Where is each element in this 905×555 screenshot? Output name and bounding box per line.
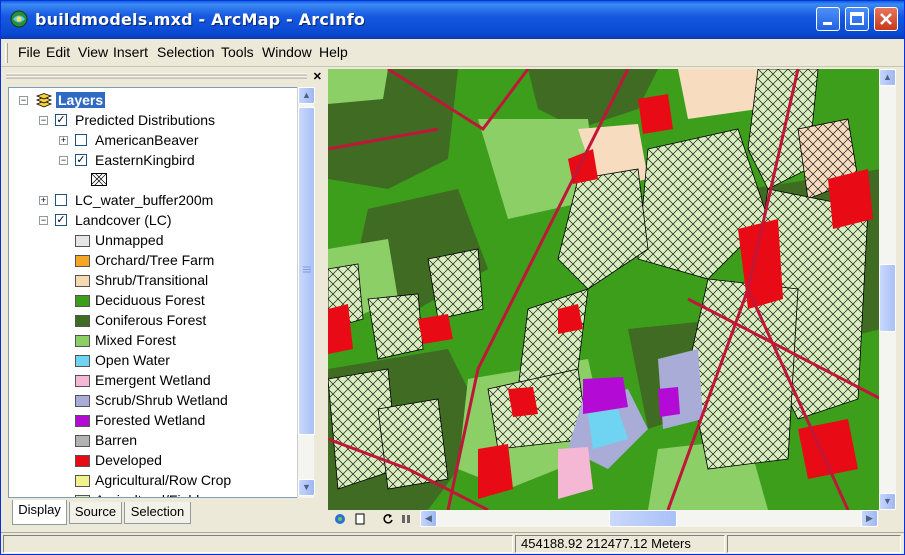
legend-label: Agricultural/Row Crop	[95, 472, 232, 488]
menu-tools[interactable]: Tools	[221, 44, 254, 60]
status-bar: 454188.92 212477.12 Meters	[1, 532, 904, 554]
checkbox-checked[interactable]: ✓	[75, 154, 87, 166]
map-scroll-left-button[interactable]: ◀	[420, 510, 437, 527]
legend-label: Mixed Forest	[95, 332, 176, 348]
map-hscroll-thumb[interactable]	[609, 510, 677, 527]
map-scroll-up-button[interactable]: ▲	[879, 69, 896, 86]
status-extra	[727, 535, 901, 553]
scroll-thumb[interactable]	[298, 107, 315, 435]
collapse-icon[interactable]: −	[39, 216, 48, 225]
collapse-icon[interactable]: −	[19, 96, 28, 105]
minimize-button[interactable]	[816, 7, 840, 31]
scroll-down-button[interactable]: ▼	[298, 479, 315, 496]
toc-grip-icon	[6, 73, 307, 79]
legend-label: Open Water	[95, 352, 170, 368]
map-bottom-bar: ◀ ▶	[328, 510, 896, 528]
grip-icon	[303, 266, 311, 273]
collapse-icon[interactable]: −	[39, 116, 48, 125]
window-title: buildmodels.mxd - ArcMap - ArcInfo	[35, 10, 366, 29]
legend-swatch	[75, 275, 90, 287]
legend-label: Developed	[95, 452, 162, 468]
legend-label: Deciduous Forest	[95, 292, 205, 308]
map-scroll-right-button[interactable]: ▶	[861, 510, 878, 527]
arcmap-window: buildmodels.mxd - ArcMap - ArcInfo File …	[0, 0, 905, 555]
menu-file[interactable]: File	[18, 44, 41, 60]
collapse-icon[interactable]: −	[59, 156, 68, 165]
expand-icon[interactable]: +	[39, 196, 48, 205]
legend-swatch	[75, 455, 90, 467]
legend-label: Forested Wetland	[95, 412, 206, 428]
toc-header: ✕	[4, 69, 326, 85]
tab-display[interactable]: Display	[12, 500, 67, 525]
menu-insert[interactable]: Insert	[113, 44, 148, 60]
menu-view[interactable]: View	[78, 44, 108, 60]
close-button[interactable]	[874, 7, 898, 31]
layer-label: EasternKingbird	[95, 152, 195, 168]
status-message	[3, 535, 513, 553]
checkbox-checked[interactable]: ✓	[55, 214, 67, 226]
legend-label: Coniferous Forest	[95, 312, 207, 328]
arcmap-app-icon	[10, 10, 28, 28]
minimize-icon	[823, 22, 832, 25]
legend-swatch	[75, 235, 90, 247]
menu-edit[interactable]: Edit	[46, 44, 70, 60]
legend-swatch	[75, 255, 90, 267]
pause-drawing-icon[interactable]	[400, 513, 412, 525]
legend-swatch	[75, 295, 90, 307]
checkbox-unchecked[interactable]	[75, 134, 87, 146]
legend-swatch	[75, 475, 90, 487]
legend-label: Scrub/Shrub Wetland	[95, 392, 228, 408]
table-of-contents: ✕ − Layers − ✓ Predicted Distributions +	[4, 69, 326, 529]
legend-label: Barren	[95, 432, 138, 448]
menu-bar: File Edit View Insert Selection Tools Wi…	[1, 39, 904, 67]
toc-close-icon[interactable]: ✕	[313, 70, 322, 83]
legend-swatch	[75, 355, 90, 367]
data-view-icon[interactable]	[334, 513, 346, 525]
tab-selection[interactable]: Selection	[124, 502, 191, 524]
layers-label[interactable]: Layers	[56, 92, 106, 108]
toc-scrollbar[interactable]: ▲ ▼	[297, 87, 315, 498]
menu-grip[interactable]	[5, 43, 8, 63]
toc-tree: − Layers − ✓ Predicted Distributions + A…	[8, 87, 299, 498]
menu-window[interactable]: Window	[262, 44, 312, 60]
map-vertical-scrollbar[interactable]: ▲ ▼	[879, 69, 896, 510]
layer-label: LC_water_buffer200m	[75, 192, 214, 208]
legend-swatch	[75, 435, 90, 447]
maximize-icon	[850, 12, 864, 25]
checkbox-unchecked[interactable]	[55, 194, 67, 206]
legend-label: Shrub/Transitional	[95, 272, 209, 288]
legend-swatch	[75, 395, 90, 407]
maximize-button[interactable]	[845, 7, 869, 31]
layers-icon	[35, 93, 53, 108]
menu-selection[interactable]: Selection	[157, 44, 215, 60]
map-horizontal-scrollbar[interactable]	[437, 510, 861, 527]
scroll-up-button[interactable]: ▲	[298, 87, 315, 104]
menu-help[interactable]: Help	[319, 44, 348, 60]
hatch-symbol-icon	[91, 173, 107, 186]
legend-swatch	[75, 415, 90, 427]
legend-swatch	[75, 375, 90, 387]
layer-label: Landcover (LC)	[75, 212, 172, 228]
legend-label: Emergent Wetland	[95, 372, 211, 388]
layout-view-icon[interactable]	[354, 513, 366, 525]
legend-label: Orchard/Tree Farm	[95, 252, 215, 268]
close-icon	[880, 13, 892, 25]
tab-source[interactable]: Source	[69, 502, 122, 524]
layer-label: AmericanBeaver	[95, 132, 199, 148]
coordinate-readout: 454188.92 212477.12 Meters	[515, 535, 725, 553]
checkbox-checked[interactable]: ✓	[55, 114, 67, 126]
legend-swatch	[75, 495, 90, 497]
expand-icon[interactable]: +	[59, 136, 68, 145]
layer-label: Predicted Distributions	[75, 112, 216, 128]
landcover-map[interactable]	[328, 69, 881, 510]
refresh-icon[interactable]	[382, 513, 394, 525]
map-scroll-down-button[interactable]: ▼	[879, 493, 896, 510]
legend-swatch	[75, 335, 90, 347]
map-view[interactable]	[328, 69, 881, 510]
map-scroll-thumb[interactable]	[879, 264, 896, 332]
legend-swatch	[75, 315, 90, 327]
legend-label: Unmapped	[95, 232, 164, 248]
title-bar[interactable]: buildmodels.mxd - ArcMap - ArcInfo	[1, 1, 904, 39]
legend-label: Agricultural/Field	[95, 492, 199, 497]
